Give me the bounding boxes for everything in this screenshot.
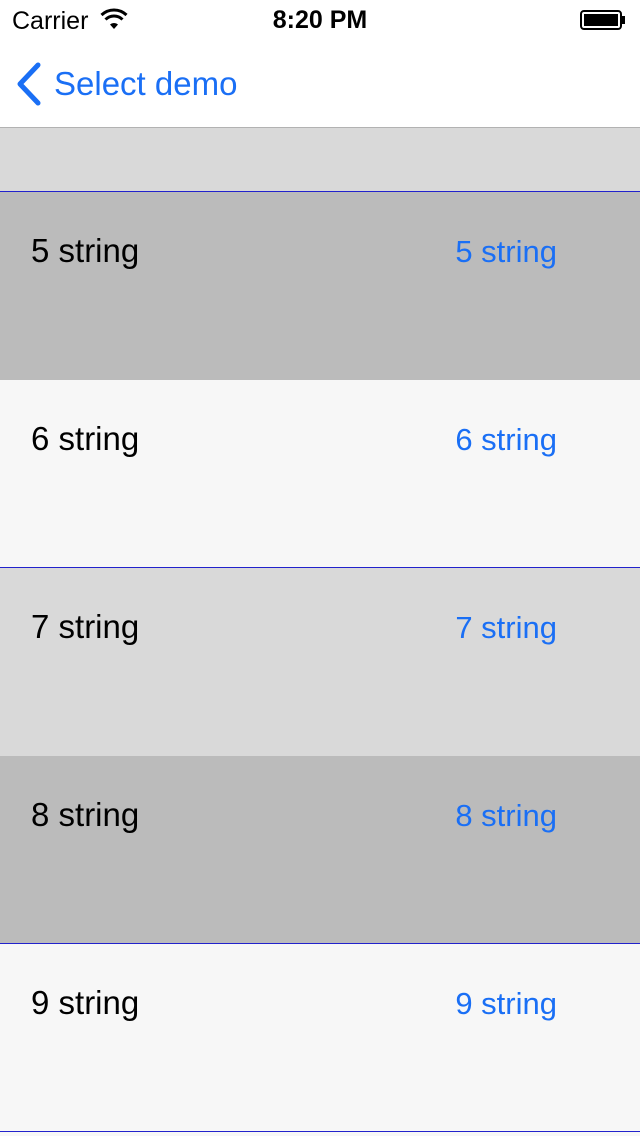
chevron-left-icon: [17, 62, 41, 106]
list-item[interactable]: 5 string 5 string: [0, 192, 640, 380]
row-title: 6 string: [31, 420, 140, 457]
row-value: 9 string: [455, 986, 557, 1021]
row-value: 5 string: [455, 234, 557, 269]
navigation-bar: Select demo: [0, 40, 640, 128]
row-value: 8 string: [455, 798, 557, 833]
battery-icon: [580, 10, 625, 30]
selection-list: 5 string 5 string 6 string 6 string 7 st…: [0, 128, 640, 1132]
list-header-spacer: [0, 128, 640, 192]
back-button[interactable]: Select demo: [14, 60, 237, 108]
list-item[interactable]: 7 string 7 string: [0, 568, 640, 756]
row-title: 5 string: [31, 232, 140, 269]
row-value: 6 string: [455, 422, 557, 457]
status-time: 8:20 PM: [272, 6, 368, 34]
list-item[interactable]: 8 string 8 string: [0, 756, 640, 944]
row-title: 9 string: [31, 984, 140, 1021]
row-title: 7 string: [31, 608, 140, 645]
list-item[interactable]: 9 string 9 string: [0, 944, 640, 1132]
row-value: 7 string: [455, 610, 557, 645]
list-item[interactable]: 6 string 6 string: [0, 380, 640, 568]
row-title: 8 string: [31, 796, 140, 833]
back-button-label: Select demo: [54, 65, 238, 102]
status-bar: Carrier 8:20 PM: [0, 0, 640, 40]
